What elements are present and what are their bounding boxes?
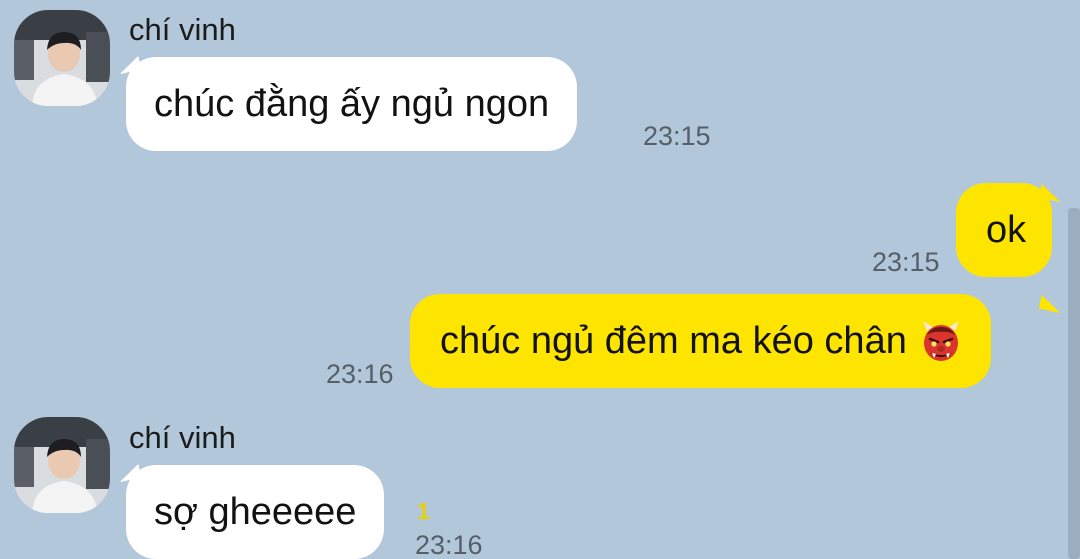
message-time: 23:15 [643, 121, 711, 151]
sender-avatar[interactable] [14, 10, 110, 106]
sender-name: chí vinh [129, 420, 236, 455]
message-bubble[interactable]: chúc ngủ đêm ma kéo chân [410, 294, 991, 388]
message-text: chúc đằng ấy ngủ ngon [154, 82, 550, 125]
message-text: ok [986, 208, 1027, 251]
profile-photo [14, 417, 110, 513]
chat-room: chí vinh chúc đằng ấy ngủ ngon 23:15 ok … [0, 0, 1080, 559]
profile-photo [14, 10, 110, 106]
message-time: 23:15 [872, 247, 940, 277]
message-time: 23:16 [326, 359, 394, 389]
sender-name: chí vinh [129, 12, 236, 47]
message-bubble[interactable]: chúc đằng ấy ngủ ngon [126, 57, 578, 151]
scrollbar[interactable] [1068, 208, 1080, 559]
ogre-emoji [922, 321, 959, 361]
message-bubble[interactable]: sợ gheeeee [126, 465, 385, 559]
message-time: 23:16 [415, 530, 483, 559]
bubble-tail [1038, 294, 1064, 314]
message-text: sợ gheeeee [154, 490, 357, 533]
message-bubble[interactable]: ok [956, 183, 1053, 277]
unread-count: 1 [417, 498, 430, 524]
message-text: chúc ngủ đêm ma kéo chân [440, 319, 907, 362]
sender-avatar[interactable] [14, 417, 110, 513]
